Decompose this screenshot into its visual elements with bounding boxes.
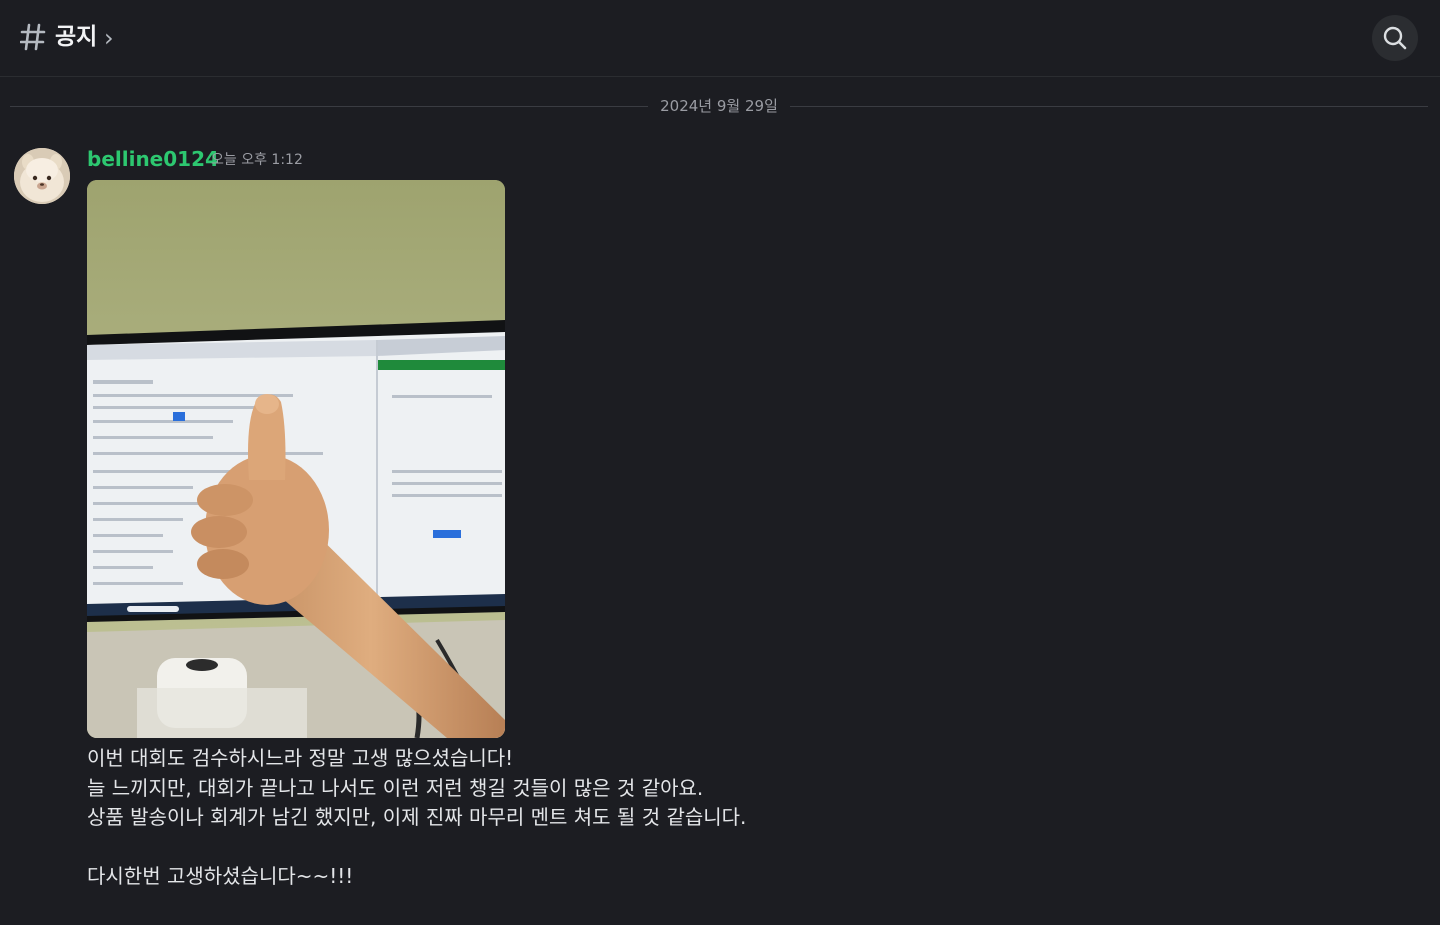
avatar[interactable]	[14, 148, 70, 204]
message-line: 상품 발송이나 회계가 남긴 했지만, 이제 진짜 마무리 멘트 쳐도 될 것 …	[87, 805, 747, 829]
divider-line	[10, 106, 648, 107]
message-author[interactable]: belline0124	[87, 145, 219, 173]
date-divider: 2024년 9월 29일	[10, 96, 1428, 116]
message-closing: 다시한번 고생하셨습니다~~!!!	[87, 863, 354, 888]
divider-line	[790, 106, 1428, 107]
chevron-right-icon[interactable]: ›	[104, 22, 114, 54]
search-button[interactable]	[1372, 15, 1418, 61]
message-line: 늘 느끼지만, 대회가 끝나고 나서도 이런 저런 챙길 것들이 많은 것 같아…	[87, 775, 704, 800]
channel-header: 공지 ›	[0, 0, 1440, 77]
channel-title[interactable]: 공지	[55, 20, 97, 54]
message-timestamp: 오늘 오후 1:12	[211, 152, 303, 168]
message-image-attachment[interactable]	[87, 180, 505, 738]
hash-icon	[19, 22, 46, 52]
message-line: 이번 대회도 검수하시느라 정말 고생 많으셨습니다!	[87, 746, 514, 770]
search-icon	[1383, 26, 1407, 50]
date-label: 2024년 9월 29일	[660, 97, 778, 115]
message-content: 이번 대회도 검수하시느라 정말 고생 많으셨습니다! 늘 느끼지만, 대회가 …	[87, 744, 987, 891]
